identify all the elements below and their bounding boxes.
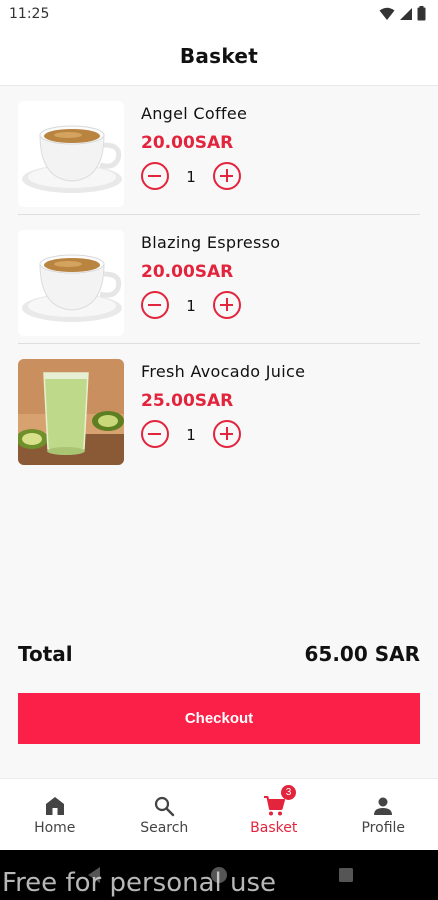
cart-item: Fresh Avocado Juice 25.00SAR 1 — [0, 344, 438, 473]
app-header: Basket — [0, 28, 438, 86]
quantity-value: 1 — [186, 297, 196, 315]
page-title: Basket — [179, 44, 259, 68]
item-name: Angel Coffee — [141, 104, 248, 123]
quantity-stepper: 1 — [141, 289, 242, 319]
quantity-value: 1 — [186, 426, 196, 444]
total-row: Total 65.00 SAR — [18, 642, 420, 670]
total-label: Total — [18, 642, 73, 666]
battery-icon — [417, 6, 426, 21]
nav-label-basket: Basket — [250, 820, 298, 836]
nav-item-home[interactable]: Home — [0, 779, 110, 851]
quantity-stepper: 1 — [141, 160, 242, 190]
item-name: Blazing Espresso — [141, 233, 281, 252]
status-time: 11:25 — [9, 6, 50, 22]
increase-quantity-button[interactable] — [213, 291, 241, 319]
product-image-avocado-juice[interactable] — [18, 359, 124, 465]
item-price: 20.00SAR — [141, 133, 234, 153]
nav-item-basket[interactable]: 3 Basket — [219, 779, 329, 851]
search-icon — [155, 796, 175, 817]
nav-label-profile: Profile — [361, 820, 406, 836]
product-image-coffee[interactable] — [18, 230, 124, 336]
total-value: 65.00 SAR — [304, 642, 420, 666]
home-icon — [45, 797, 64, 815]
quantity-value: 1 — [186, 168, 196, 186]
cart-list: Angel Coffee 20.00SAR 1 Blazing Espresso… — [0, 86, 438, 473]
nav-label-search: Search — [140, 820, 189, 836]
decrease-quantity-button[interactable] — [141, 291, 169, 319]
nav-item-profile[interactable]: Profile — [329, 779, 438, 851]
decrease-quantity-button[interactable] — [141, 420, 169, 448]
recents-icon[interactable] — [338, 867, 354, 883]
cart-item: Angel Coffee 20.00SAR 1 — [0, 86, 438, 215]
watermark-text: Free for personal use — [2, 868, 277, 898]
nav-label-home: Home — [34, 820, 76, 836]
checkout-button[interactable]: Checkout — [18, 693, 420, 744]
signal-icon — [400, 7, 412, 20]
quantity-stepper: 1 — [141, 418, 242, 448]
item-price: 25.00SAR — [141, 391, 234, 411]
status-icons — [379, 6, 426, 21]
item-name: Fresh Avocado Juice — [141, 362, 306, 381]
wifi-icon — [379, 7, 395, 20]
bottom-nav: Home Search 3 Basket Profile — [0, 778, 438, 850]
product-image-coffee[interactable] — [18, 101, 124, 207]
cart-count-badge: 3 — [281, 785, 296, 800]
item-price: 20.00SAR — [141, 262, 234, 282]
person-icon — [374, 797, 393, 815]
status-bar: 11:25 — [0, 0, 438, 28]
increase-quantity-button[interactable] — [213, 162, 241, 190]
decrease-quantity-button[interactable] — [141, 162, 169, 190]
cart-item: Blazing Espresso 20.00SAR 1 — [0, 215, 438, 344]
cart-icon — [263, 796, 285, 816]
nav-item-search[interactable]: Search — [110, 779, 220, 851]
increase-quantity-button[interactable] — [213, 420, 241, 448]
